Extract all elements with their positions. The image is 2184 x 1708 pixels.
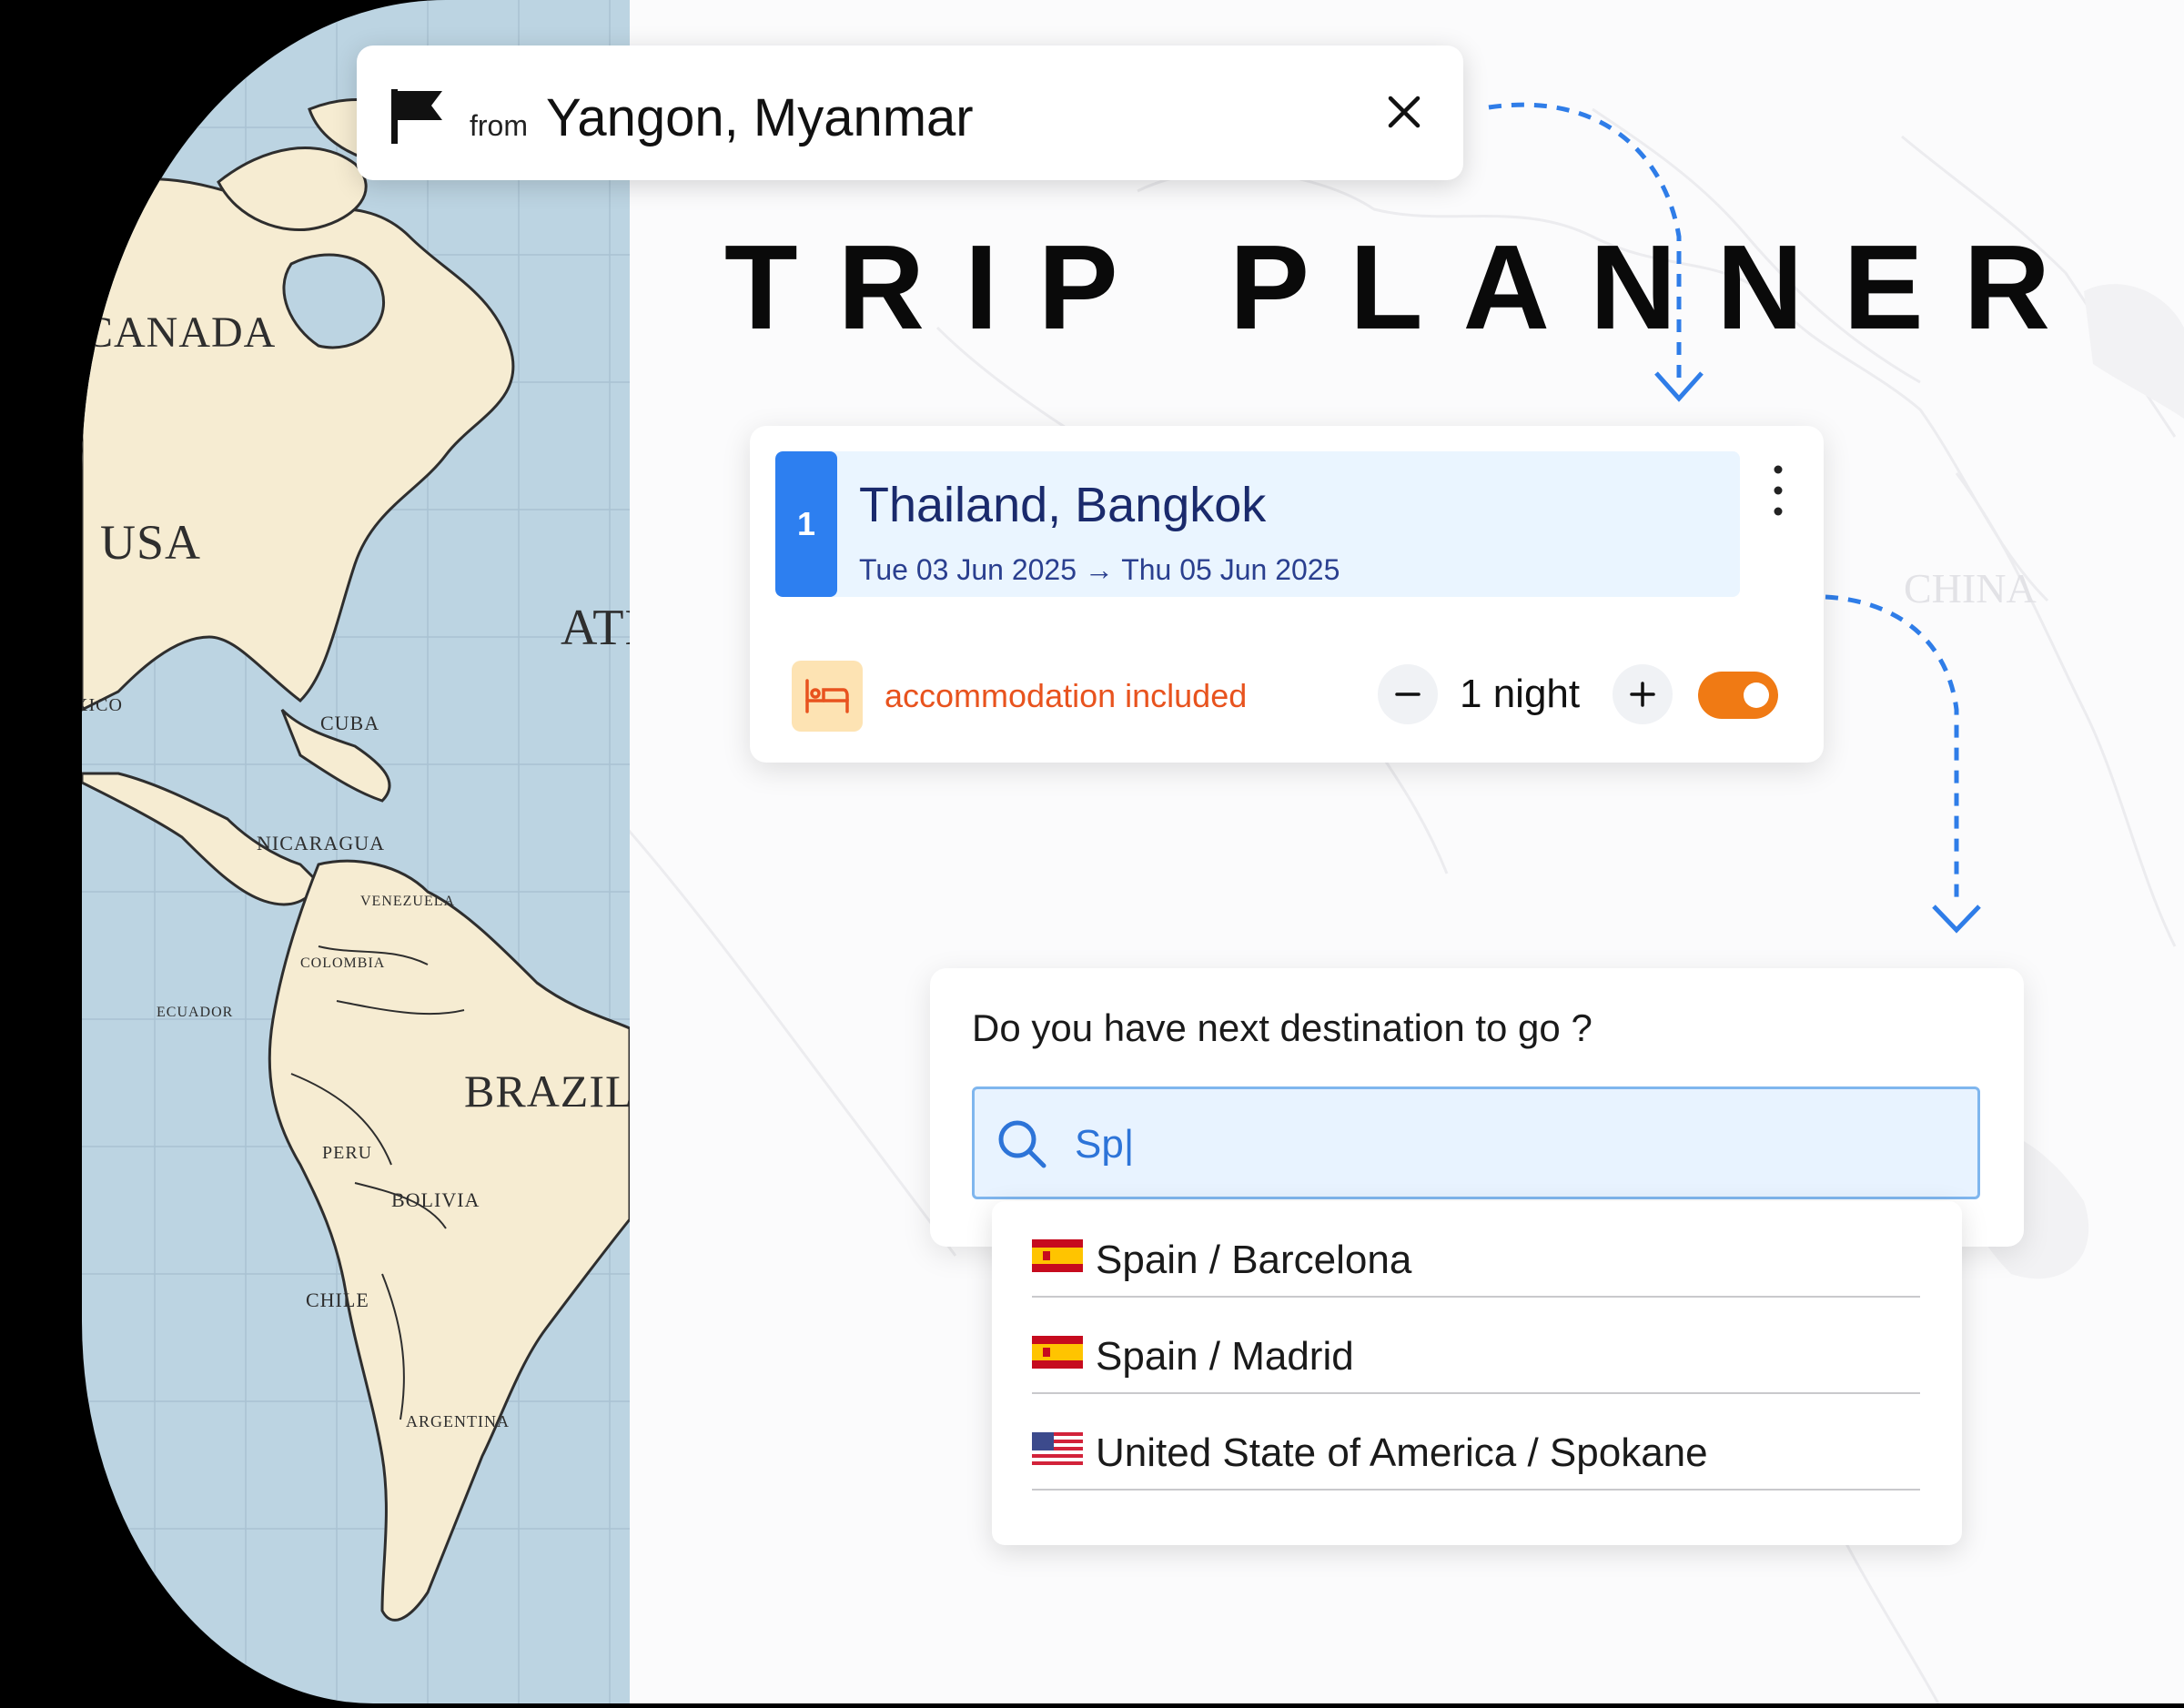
spain-flag-icon (1032, 1239, 1083, 1272)
toggle-knob (1744, 682, 1769, 708)
close-icon[interactable] (1381, 89, 1427, 135)
suggestion-option[interactable]: Spain / Barcelona (1032, 1201, 1920, 1298)
increase-nights-button[interactable] (1613, 664, 1673, 724)
connector-destination-to-next (1825, 594, 1959, 901)
suggestion-label: Spain / Madrid (1096, 1334, 1354, 1379)
search-input-value: Sp| (1075, 1122, 1135, 1167)
decrease-nights-button[interactable] (1378, 664, 1438, 724)
destination-dates: Tue 03 Jun 2025 → Thu 05 Jun 2025 (859, 553, 1340, 586)
arrow-head-icon (1932, 905, 1981, 934)
page-title: TRIP PLANNER (724, 220, 2090, 354)
destination-card: 1 Thailand, Bangkok Tue 03 Jun 2025 → Th… (750, 426, 1824, 763)
usa-flag-icon (1032, 1432, 1083, 1465)
nights-count: 1 night (1460, 672, 1581, 716)
suggestion-option[interactable]: Spain / Madrid (1032, 1298, 1920, 1394)
spain-flag-icon (1032, 1336, 1083, 1369)
next-destination-question: Do you have next destination to go ? (972, 1006, 1592, 1049)
origin-location: Yangon, Myanmar (546, 88, 974, 147)
suggestion-option[interactable]: United State of America / Spokane (1032, 1394, 1920, 1491)
suggestion-label: United State of America / Spokane (1096, 1430, 1708, 1475)
stop-number-badge: 1 (775, 451, 837, 597)
accommodation-toggle[interactable] (1698, 672, 1778, 719)
search-icon (998, 1120, 1046, 1168)
search-suggestions-dropdown: Spain / Barcelona Spain / Madrid United … (992, 1201, 1962, 1545)
destination-search-input[interactable]: Sp| (972, 1086, 1980, 1199)
minus-icon (1395, 692, 1421, 696)
suggestion-label: Spain / Barcelona (1096, 1238, 1412, 1282)
plus-icon (1630, 682, 1655, 707)
destination-name: Thailand, Bangkok (859, 478, 1267, 532)
more-vertical-icon[interactable] (1760, 459, 1796, 522)
accommodation-label: accommodation included (885, 677, 1248, 714)
bed-icon (792, 661, 863, 732)
origin-prefix: from (470, 109, 528, 142)
destination-header[interactable]: 1 Thailand, Bangkok Tue 03 Jun 2025 → Th… (775, 451, 1740, 597)
flag-icon (391, 89, 442, 144)
origin-card: from Yangon, Myanmar (357, 45, 1463, 180)
